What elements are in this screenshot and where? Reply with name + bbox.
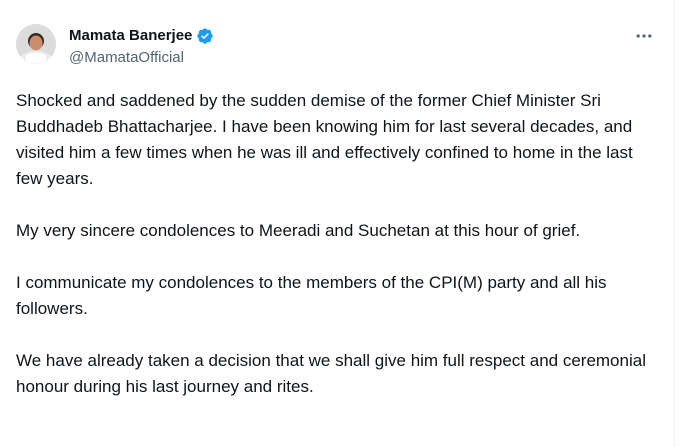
tweet-paragraph: Shocked and saddened by the sudden demis…	[16, 91, 633, 188]
more-options-icon	[636, 34, 652, 38]
user-handle[interactable]: @MamataOfficial	[69, 48, 214, 68]
tweet-card: Mamata Banerjee @MamataOfficial Shocked …	[0, 0, 675, 447]
avatar[interactable]	[16, 24, 56, 64]
display-name[interactable]: Mamata Banerjee	[69, 26, 192, 46]
verified-badge-icon[interactable]	[196, 27, 214, 45]
tweet-paragraph: I communicate my condolences to the memb…	[16, 273, 607, 318]
more-options-button[interactable]	[627, 24, 661, 48]
tweet-paragraph: We have already taken a decision that we…	[16, 351, 646, 396]
tweet-text: Shocked and saddened by the sudden demis…	[16, 88, 656, 426]
display-name-row: Mamata Banerjee	[69, 26, 214, 46]
tweet-paragraph: My very sincere condolences to Meeradi a…	[16, 221, 581, 240]
author-info: Mamata Banerjee @MamataOfficial	[69, 26, 214, 68]
avatar-image	[16, 24, 56, 64]
